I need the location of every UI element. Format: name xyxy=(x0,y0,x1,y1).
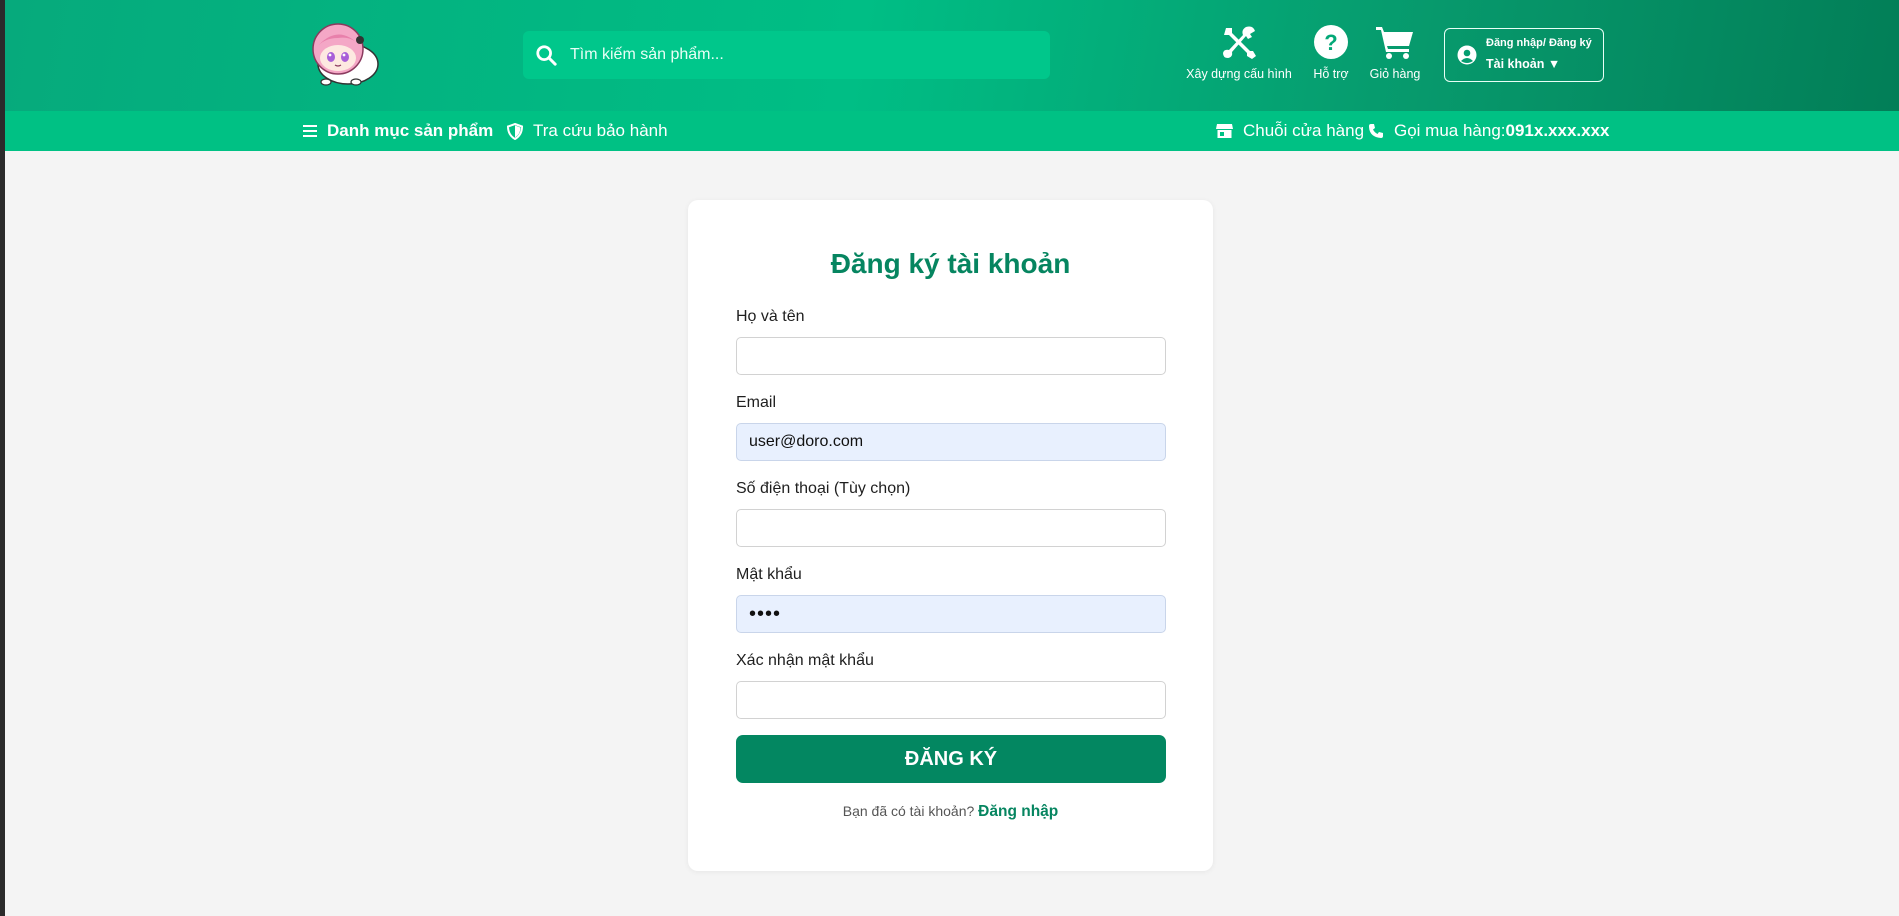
search-icon[interactable] xyxy=(535,44,557,66)
phone-label: Số điện thoại (Tùy chọn) xyxy=(736,480,911,497)
build-config-button[interactable]: Xây dựng cấu hình xyxy=(1185,24,1293,84)
header: Xây dựng cấu hình ? Hỗ trợ Giỏ hàng xyxy=(5,0,1899,111)
nav-call[interactable]: Gọi mua hàng: 091x.xxx.xxx xyxy=(1368,111,1610,151)
fullname-label: Họ và tên xyxy=(736,308,805,325)
account-menu-button[interactable]: Đăng nhập/ Đăng ký Tài khoản ▼ xyxy=(1444,28,1604,82)
tools-icon xyxy=(1223,26,1256,59)
password-field[interactable] xyxy=(736,595,1166,633)
login-prompt: Bạn đã có tài khoản? Đăng nhập xyxy=(688,803,1213,821)
store-icon xyxy=(1216,124,1233,138)
support-label: Hỗ trợ xyxy=(1313,67,1349,81)
nav-bar: Danh mục sản phẩm Tra cứu bảo hành Chuỗi… xyxy=(5,111,1899,151)
menu-icon xyxy=(303,125,317,137)
account-label: Tài khoản ▼ xyxy=(1486,57,1561,71)
svg-text:?: ? xyxy=(1324,30,1337,55)
user-circle-icon xyxy=(1457,45,1477,65)
nav-stores[interactable]: Chuỗi cửa hàng xyxy=(1216,111,1364,151)
nav-categories-label: Danh mục sản phẩm xyxy=(327,121,494,140)
email-field[interactable] xyxy=(736,423,1166,461)
account-login-register: Đăng nhập/ Đăng ký xyxy=(1486,37,1592,49)
register-button[interactable]: ĐĂNG KÝ xyxy=(736,735,1166,783)
support-button[interactable]: ? Hỗ trợ xyxy=(1305,24,1357,84)
fullname-field[interactable] xyxy=(736,337,1166,375)
help-icon: ? xyxy=(1314,25,1348,59)
page: Xây dựng cấu hình ? Hỗ trợ Giỏ hàng xyxy=(5,0,1899,916)
page-title: Đăng ký tài khoản xyxy=(830,248,1071,279)
shield-icon xyxy=(507,122,523,140)
confirm-password-label: Xác nhận mật khẩu xyxy=(736,652,874,669)
nav-warranty[interactable]: Tra cứu bảo hành xyxy=(507,111,668,151)
cart-label: Giỏ hàng xyxy=(1369,67,1421,81)
nav-stores-label: Chuỗi cửa hàng xyxy=(1243,121,1365,140)
phone-icon xyxy=(1369,124,1383,138)
search-input[interactable] xyxy=(570,46,1010,64)
search-bar[interactable] xyxy=(523,31,1050,79)
login-link[interactable]: Đăng nhập xyxy=(978,803,1058,820)
logo[interactable] xyxy=(302,18,382,90)
email-label: Email xyxy=(736,394,777,411)
anime-mascot-logo-icon xyxy=(312,23,379,86)
password-label: Mật khẩu xyxy=(736,566,802,583)
phone-field[interactable] xyxy=(736,509,1166,547)
register-card: Đăng ký tài khoản Họ và tên Email Số điệ… xyxy=(688,200,1213,871)
nav-call-label: Gọi mua hàng: xyxy=(1394,121,1506,140)
cart-button[interactable]: Giỏ hàng xyxy=(1367,24,1423,84)
cart-icon xyxy=(1376,27,1413,59)
nav-call-number: 091x.xxx.xxx xyxy=(1505,121,1610,140)
build-config-label: Xây dựng cấu hình xyxy=(1186,67,1292,81)
confirm-password-field[interactable] xyxy=(736,681,1166,719)
nav-warranty-label: Tra cứu bảo hành xyxy=(533,121,668,140)
nav-categories[interactable]: Danh mục sản phẩm xyxy=(303,111,493,151)
login-prompt-text: Bạn đã có tài khoản? xyxy=(842,803,979,819)
